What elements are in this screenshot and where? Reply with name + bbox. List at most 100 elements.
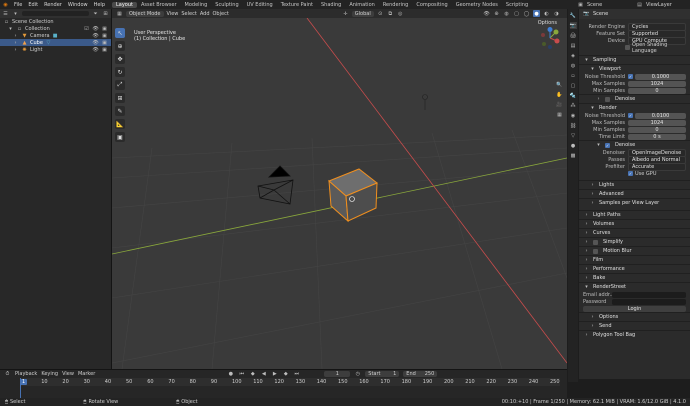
menu-view[interactable]: View [62,371,74,377]
vp-min-samples-field[interactable]: 0 [628,87,686,94]
scene-tab-icon[interactable]: ◈ [570,52,577,59]
record-icon[interactable]: ● [227,371,234,378]
clock-icon[interactable]: ◷ [354,371,361,378]
password-input[interactable] [612,298,686,305]
camera-render-icon[interactable]: ▣ [101,46,108,53]
r-max-samples-field[interactable]: 1024 [628,119,686,126]
end-frame-field[interactable]: End 250 [403,371,438,377]
eye-icon[interactable]: 👁 [92,46,99,53]
outliner-item-light[interactable]: › ✺ Light 👁 ▣ [0,46,111,53]
subpanel-vp-denoise[interactable]: › Denoise [579,94,690,103]
add-cube-tool[interactable]: ▣ [115,132,125,142]
playhead[interactable] [20,378,21,398]
view-layer-selector[interactable]: ViewLayer [646,2,686,8]
xray-icon[interactable]: ▢ [513,10,520,17]
proportional-edit-icon[interactable]: ◎ [397,10,404,17]
expand-arrow-icon[interactable]: ▾ [7,25,14,32]
workspace-tab-geometry-nodes[interactable]: Geometry Nodes [452,2,502,8]
menu-playback[interactable]: Playback [15,371,37,377]
render-tab-icon[interactable]: 📷 [569,22,577,29]
collection-tab-icon[interactable]: ▫ [570,72,577,79]
measure-tool[interactable]: 📐 [115,119,125,129]
filter-icon[interactable]: ⏷ [92,10,99,17]
menu-edit[interactable]: Edit [25,2,41,8]
subpanel-denoise[interactable]: ▾ ✓ Denoise [579,140,690,149]
workspace-tab-shading[interactable]: Shading [317,2,345,8]
use-gpu-checkbox[interactable]: ✓ [628,171,633,176]
vp-noise-field[interactable]: 0.1000 [635,73,686,80]
osl-checkbox[interactable] [625,45,631,50]
panel-renderstreet[interactable]: ▾ RenderStreet [579,282,690,291]
vp-noise-checkbox[interactable]: ✓ [628,74,633,79]
zoom-icon[interactable]: 🔍 [556,81,563,88]
play-reverse-icon[interactable]: ◀ [260,371,267,378]
particles-tab-icon[interactable]: ⁂ [570,102,577,109]
menu-render[interactable]: Render [41,2,65,8]
scene-selector[interactable]: Scene [587,2,633,8]
workspace-tab-scripting[interactable]: Scripting [502,2,532,8]
snap-icon[interactable]: ⧉ [387,10,394,17]
camera-data-icon[interactable]: ■ [52,32,59,39]
shading-wireframe-icon[interactable]: ◯ [523,10,530,17]
panel-simplify[interactable]: › Simplify [579,237,690,246]
data-tab-icon[interactable]: ▽ [570,132,577,139]
checkbox-icon[interactable]: ☑ [83,25,90,32]
start-frame-field[interactable]: Start 1 [365,371,400,377]
panel-sampling[interactable]: ▾ Sampling [579,55,690,64]
outliner-item-scene-collection[interactable]: ▫ Scene Collection [0,18,111,25]
workspace-tab-uv-editing[interactable]: UV Editing [243,2,277,8]
outliner-item-camera[interactable]: › ▼ Camera ■ 👁 ▣ [0,32,111,39]
camera-render-icon[interactable]: ▣ [101,32,108,39]
shading-rendered-icon[interactable]: ◑ [553,10,560,17]
select-box-tool[interactable]: ↖ [115,28,125,38]
login-button[interactable]: Login [583,305,686,312]
camera-view-icon[interactable]: 🎥 [556,101,563,108]
move-tool[interactable]: ✥ [115,54,125,64]
cursor-tool[interactable]: ⊕ [115,41,125,51]
menu-view[interactable]: View [167,11,179,17]
jump-end-icon[interactable]: ⏭ [293,371,300,378]
outliner-search-input[interactable] [22,11,89,16]
email-input[interactable] [612,291,686,298]
workspace-tab-sculpting[interactable]: Sculpting [211,2,242,8]
workspace-tab-rendering[interactable]: Rendering [379,2,413,8]
menu-help[interactable]: Help [91,2,108,8]
r-noise-field[interactable]: 0.0100 [635,112,686,119]
menu-marker[interactable]: Marker [78,371,95,377]
vp-max-samples-field[interactable]: 1024 [628,80,686,87]
eye-icon[interactable]: 👁 [92,25,99,32]
orientation-icon[interactable]: ✛ [342,10,349,17]
viewport-scene[interactable] [112,18,567,369]
r-time-limit-field[interactable]: 0 s [628,133,686,140]
camera-render-icon[interactable]: ▣ [101,39,108,46]
menu-window[interactable]: Window [65,2,91,8]
output-tab-icon[interactable]: 🖨 [570,32,577,39]
physics-tab-icon[interactable]: ◉ [570,112,577,119]
subpanel-render[interactable]: ▾ Render [579,103,690,112]
object-tab-icon[interactable]: ▢ [570,82,577,89]
workspace-tab-animation[interactable]: Animation [345,2,379,8]
play-icon[interactable]: ▶ [271,371,278,378]
transform-tool[interactable]: ⊞ [115,93,125,103]
rotate-tool[interactable]: ↻ [115,67,125,77]
subpanel-send[interactable]: › Send [579,321,690,330]
display-mode-icon[interactable]: ▾ [12,10,19,17]
current-frame-field[interactable]: 1 [324,371,351,377]
panel-bake[interactable]: › Bake [579,273,690,282]
editor-type-icon[interactable]: ⏱ [4,371,11,378]
overlay-toggle-icon[interactable]: ◍ [503,10,510,17]
menu-object[interactable]: Object [213,11,229,17]
r-min-samples-field[interactable]: 0 [628,126,686,133]
menu-file[interactable]: File [11,2,25,8]
transform-orientation-select[interactable]: Global [351,10,374,17]
material-tab-icon[interactable]: ● [570,142,577,149]
navigation-gizmo[interactable] [539,27,561,49]
menu-keying[interactable]: Keying [41,371,58,377]
r-noise-checkbox[interactable]: ✓ [628,113,633,118]
options-button[interactable]: Options [538,20,557,26]
eye-icon[interactable]: 👁 [92,32,99,39]
menu-select[interactable]: Select [181,11,196,17]
simplify-checkbox[interactable] [593,239,598,245]
timeline-ruler[interactable]: 1 10 20 30 40 50 60 70 80 90 100 110 120 130 140 150 160… [20,378,560,386]
world-tab-icon[interactable]: ◍ [570,62,577,69]
